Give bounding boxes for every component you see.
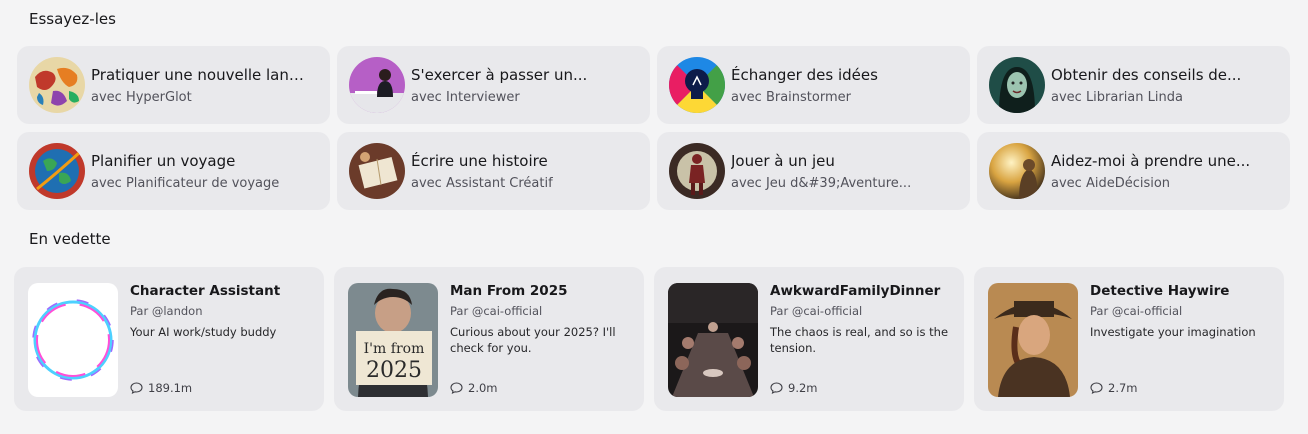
chat-bubble-icon xyxy=(1090,382,1103,394)
featured-name: Man From 2025 xyxy=(450,283,568,299)
chat-bubble-icon xyxy=(770,382,783,394)
try-card-language[interactable]: Pratiquer une nouvelle langue avec Hyper… xyxy=(17,46,330,124)
try-card-subtitle: avec Brainstormer xyxy=(731,89,851,105)
lightbulb-avatar xyxy=(669,57,725,113)
featured-description: Investigate your imagination xyxy=(1090,325,1256,339)
try-card-subtitle: avec Jeu d&#39;Aventure... xyxy=(731,175,912,191)
chat-count-value: 2.7m xyxy=(1108,381,1138,395)
featured-description: The chaos is real, and so is the tension… xyxy=(770,325,949,355)
chat-count-value: 9.2m xyxy=(788,381,818,395)
globe-avatar xyxy=(29,143,85,199)
chat-count: 2.7m xyxy=(1090,381,1138,395)
featured-author: Par @landon xyxy=(130,304,203,318)
chat-bubble-icon xyxy=(130,382,143,394)
try-card-title: Échanger des idées xyxy=(731,65,878,84)
featured-name: Detective Haywire xyxy=(1090,283,1230,299)
try-card-title: Aidez-moi à prendre une... xyxy=(1051,151,1251,170)
try-card-subtitle: avec Librarian Linda xyxy=(1051,89,1183,105)
chat-bubble-icon xyxy=(450,382,463,394)
sign-line2: 2025 xyxy=(366,358,422,383)
section-title-featured: En vedette xyxy=(29,230,111,248)
try-card-decision[interactable]: Aidez-moi à prendre une... avec AideDéci… xyxy=(977,132,1290,210)
try-card-subtitle: avec Planificateur de voyage xyxy=(91,175,280,191)
try-card-game[interactable]: Jouer à un jeu avec Jeu d&#39;Aventure..… xyxy=(657,132,970,210)
try-card-title: Jouer à un jeu xyxy=(731,151,835,170)
world-map-avatar xyxy=(29,57,85,113)
featured-description: Curious about your 2025? I'll check for … xyxy=(450,325,616,355)
featured-name: AwkwardFamilyDinner xyxy=(770,283,941,299)
dinner-table-image xyxy=(668,283,758,397)
featured-grid: Character Assistant Par @landon Your AI … xyxy=(14,267,1284,411)
adventurer-avatar xyxy=(669,143,725,199)
sign-line1: I'm from xyxy=(364,341,425,357)
try-card-subtitle: avec AideDécision xyxy=(1051,175,1171,191)
featured-card-detective-haywire[interactable]: Detective Haywire Par @cai-official Inve… xyxy=(974,267,1284,411)
try-card-title: Obtenir des conseils de... xyxy=(1051,65,1242,84)
chat-count: 189.1m xyxy=(130,381,192,395)
interviewer-avatar xyxy=(349,57,405,113)
try-card-title: Planifier un voyage xyxy=(91,151,236,170)
featured-description: Your AI work/study buddy xyxy=(130,325,277,339)
try-card-subtitle: avec Assistant Créatif xyxy=(411,175,553,191)
featured-card-man-from-2025[interactable]: I'm from 2025 Man From 2025 Par @cai-offi… xyxy=(334,267,644,411)
decision-avatar xyxy=(989,143,1045,199)
try-card-subtitle: avec HyperGlot xyxy=(91,89,192,105)
notebook-avatar xyxy=(349,143,405,199)
featured-card-awkward-family-dinner[interactable]: AwkwardFamilyDinner Par @cai-official Th… xyxy=(654,267,964,411)
try-card-advice[interactable]: Obtenir des conseils de... avec Libraria… xyxy=(977,46,1290,124)
chat-count: 2.0m xyxy=(450,381,498,395)
try-card-subtitle: avec Interviewer xyxy=(411,89,520,105)
try-card-title: Pratiquer une nouvelle langue xyxy=(91,65,309,84)
try-card-title: S'exercer à passer un... xyxy=(411,65,588,84)
librarian-avatar xyxy=(989,57,1045,113)
man-with-sign-image: I'm from 2025 xyxy=(348,283,438,397)
featured-author: Par @cai-official xyxy=(770,304,863,318)
try-card-travel[interactable]: Planifier un voyage avec Planificateur d… xyxy=(17,132,330,210)
section-title-try: Essayez-les xyxy=(29,10,116,28)
neon-ring-image xyxy=(28,283,118,397)
featured-name: Character Assistant xyxy=(130,283,281,299)
try-card-ideas[interactable]: Échanger des idées avec Brainstormer xyxy=(657,46,970,124)
chat-count-value: 2.0m xyxy=(468,381,498,395)
try-cards-grid: Pratiquer une nouvelle langue avec Hyper… xyxy=(17,46,1290,210)
try-card-title: Écrire une histoire xyxy=(411,151,548,170)
featured-author: Par @cai-official xyxy=(1090,304,1183,318)
chat-count-value: 189.1m xyxy=(148,381,193,395)
chat-count: 9.2m xyxy=(770,381,818,395)
try-card-story[interactable]: Écrire une histoire avec Assistant Créat… xyxy=(337,132,650,210)
featured-author: Par @cai-official xyxy=(450,304,543,318)
try-card-interview[interactable]: S'exercer à passer un... avec Interviewe… xyxy=(337,46,650,124)
featured-card-character-assistant[interactable]: Character Assistant Par @landon Your AI … xyxy=(14,267,324,411)
detective-portrait-image xyxy=(988,283,1078,397)
